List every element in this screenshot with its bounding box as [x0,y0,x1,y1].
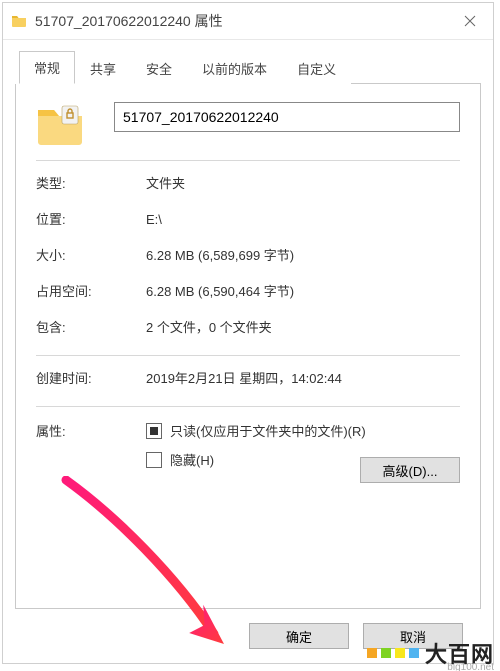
value-size: 6.28 MB (6,589,699 字节) [146,247,460,265]
watermark-url: big100.net [447,662,494,671]
value-type: 文件夹 [146,175,460,193]
checkbox-hidden-label: 隐藏(H) [170,450,214,469]
label-size-on-disk: 占用空间: [36,283,146,301]
label-created: 创建时间: [36,370,146,388]
label-size: 大小: [36,247,146,265]
titlebar[interactable]: 51707_20170622012240 属性 [3,3,493,40]
value-created: 2019年2月21日 星期四，14:02:44 [146,370,460,388]
checkbox-hidden[interactable] [146,452,162,468]
close-button[interactable] [447,3,493,39]
tab-strip: 常规 共享 安全 以前的版本 自定义 [19,50,481,84]
checkbox-readonly-row[interactable]: 只读(仅应用于文件夹中的文件)(R) [146,421,460,440]
separator [36,406,460,407]
window-title: 51707_20170622012240 属性 [35,11,447,31]
separator [36,355,460,356]
folder-large-icon [36,104,84,148]
tab-previous-versions[interactable]: 以前的版本 [187,52,282,84]
tab-customize[interactable]: 自定义 [282,52,351,84]
separator [36,160,460,161]
label-attributes: 属性: [36,421,146,479]
close-icon [464,15,476,27]
general-panel: 类型:文件夹 位置:E:\ 大小:6.28 MB (6,589,699 字节) … [15,84,481,609]
properties-dialog: 51707_20170622012240 属性 常规 共享 安全 以前的版本 自… [2,2,494,664]
tab-sharing[interactable]: 共享 [75,52,131,84]
label-contains: 包含: [36,319,146,337]
checkbox-readonly[interactable] [146,423,162,439]
checkbox-readonly-label: 只读(仅应用于文件夹中的文件)(R) [170,421,366,440]
tab-security[interactable]: 安全 [131,52,187,84]
value-size-on-disk: 6.28 MB (6,590,464 字节) [146,283,460,301]
folder-icon [11,13,27,29]
folder-name-input[interactable] [114,102,460,132]
label-type: 类型: [36,175,146,193]
ok-button[interactable]: 确定 [249,623,349,649]
value-location: E:\ [146,211,460,229]
advanced-button[interactable]: 高级(D)... [360,457,460,483]
tab-general[interactable]: 常规 [19,51,75,84]
label-location: 位置: [36,211,146,229]
value-contains: 2 个文件，0 个文件夹 [146,319,460,337]
